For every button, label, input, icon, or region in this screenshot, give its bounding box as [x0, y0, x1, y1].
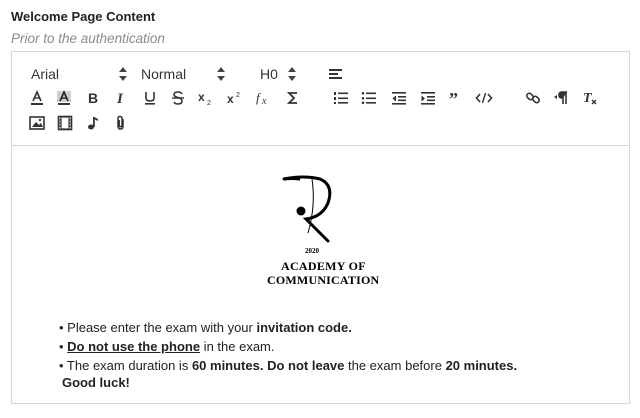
attachment-button[interactable]	[110, 112, 132, 134]
bullet-list-button[interactable]	[358, 87, 380, 109]
field-title: Welcome Page Content	[11, 9, 156, 24]
italic-icon: I	[116, 91, 124, 105]
image-icon	[29, 116, 45, 130]
link-icon	[525, 92, 541, 104]
size-select[interactable]: Normal	[141, 64, 225, 84]
sigma-button[interactable]	[282, 87, 304, 109]
svg-text:x: x	[227, 92, 234, 106]
closing-text: Good luck!	[62, 375, 130, 390]
bold-icon: B	[88, 91, 98, 105]
formula-icon: fx	[256, 90, 267, 106]
attachment-icon	[117, 115, 124, 130]
logo-year: 2020	[305, 247, 319, 255]
svg-text:I: I	[116, 91, 124, 105]
indent-button[interactable]	[417, 87, 439, 109]
instruction-line-1: • Please enter the exam with your invita…	[59, 320, 352, 335]
clear-format-icon: T	[583, 91, 597, 106]
outdent-button[interactable]	[388, 87, 410, 109]
ordered-list-button[interactable]	[330, 87, 352, 109]
text-color-button[interactable]	[26, 87, 48, 109]
editor-toolbar: Arial Normal H0 B I x 2 x 2 f x ” T	[12, 52, 629, 146]
svg-text:2: 2	[236, 92, 240, 99]
align-icon	[329, 69, 342, 79]
blockquote-button[interactable]: ”	[445, 87, 467, 109]
svg-text:B: B	[88, 91, 98, 105]
size-select-arrows-icon	[217, 67, 225, 81]
code-icon	[475, 92, 493, 104]
background-color-icon	[57, 90, 71, 105]
svg-text:x: x	[261, 96, 267, 106]
video-button[interactable]	[54, 112, 76, 134]
logo-text-line2: COMMUNICATION	[267, 273, 380, 287]
formula-button[interactable]: fx	[253, 87, 275, 109]
code-button[interactable]	[473, 87, 495, 109]
font-select-value: Arial	[31, 66, 60, 82]
bullet-list-icon	[361, 92, 376, 105]
align-button[interactable]	[325, 63, 347, 85]
audio-icon	[88, 117, 98, 130]
link-button[interactable]	[522, 87, 544, 109]
background-color-button[interactable]	[53, 87, 75, 109]
italic-button[interactable]: I	[110, 87, 132, 109]
svg-text:”: ”	[449, 90, 458, 106]
text-direction-button[interactable]	[551, 87, 573, 109]
clear-format-button[interactable]: T	[579, 87, 601, 109]
subscript-icon: x2	[198, 90, 211, 106]
superscript-icon: x2	[227, 92, 240, 106]
svg-text:T: T	[583, 91, 593, 106]
strikethrough-button[interactable]	[167, 87, 189, 109]
logo-text-line1: ACADEMY OF	[281, 259, 366, 273]
blockquote-icon: ”	[449, 90, 458, 106]
sigma-icon	[286, 92, 297, 104]
underline-icon	[145, 92, 155, 105]
heading-select[interactable]: H0	[260, 64, 296, 84]
outdent-icon	[392, 92, 406, 105]
editor-content-area[interactable]: 2020 ACADEMY OF COMMUNICATION • Please e…	[12, 146, 629, 404]
subscript-button[interactable]: x2	[195, 87, 217, 109]
heading-select-value: H0	[260, 66, 278, 82]
strikethrough-icon	[172, 91, 184, 105]
font-select-arrows-icon	[119, 67, 127, 81]
text-direction-icon	[554, 91, 567, 104]
ordered-list-icon	[334, 92, 348, 104]
font-select[interactable]: Arial	[31, 64, 127, 84]
bold-button[interactable]: B	[82, 87, 104, 109]
audio-button[interactable]	[82, 112, 104, 134]
superscript-button[interactable]: x2	[224, 87, 246, 109]
svg-text:2: 2	[207, 100, 211, 106]
heading-select-arrows-icon	[288, 67, 296, 81]
svg-text:x: x	[198, 90, 205, 104]
video-icon	[57, 115, 73, 131]
image-button[interactable]	[26, 112, 48, 134]
instruction-list: • Please enter the exam with your invita…	[59, 318, 517, 375]
rich-text-editor: Arial Normal H0 B I x 2 x 2 f x ” T 2020…	[11, 51, 630, 404]
underline-button[interactable]	[139, 87, 161, 109]
instruction-line-2: • Do not use the phone in the exam.	[59, 339, 275, 354]
field-subtitle: Prior to the authentication	[11, 31, 165, 46]
instruction-line-3: • The exam duration is 60 minutes. Do no…	[59, 358, 518, 373]
indent-icon	[421, 92, 435, 105]
text-color-icon	[31, 90, 43, 105]
size-select-value: Normal	[141, 66, 187, 82]
